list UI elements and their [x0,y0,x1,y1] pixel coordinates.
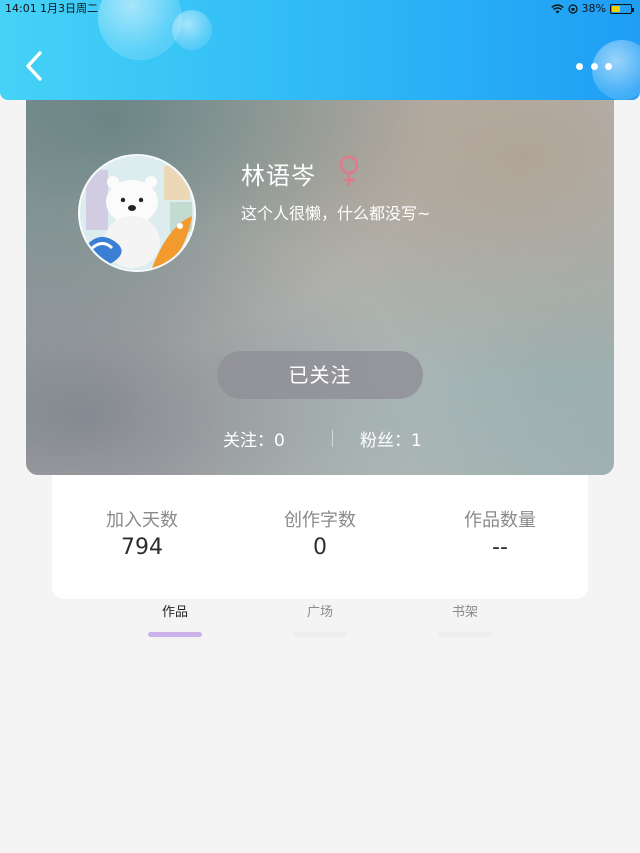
word-count-label: 创作字数 [284,510,356,531]
status-time: 14:01 [5,2,37,15]
content-tabs: 作品 广场 书架 [0,600,640,640]
tab-bookshelf-label: 书架 [451,605,478,620]
tab-square-indicator [293,632,347,637]
word-count-value: 0 [313,535,327,560]
works-count-label: 作品数量 [464,510,536,531]
battery-percent: 38% [581,2,606,15]
works-count-stat: 作品数量 -- [410,509,590,563]
follow-stats: 关注：0 粉丝：1 [26,426,614,451]
info-card: 加入天数 794 创作字数 0 作品数量 -- [52,475,588,599]
profile-page: 14:01 1月3日周二 38% 林语岑 这个人很懒，什么都没写~ 已关注 关注… [0,0,640,853]
works-count-value: -- [492,535,508,560]
tab-bookshelf-indicator [438,632,492,637]
top-header: 14:01 1月3日周二 38% [0,0,640,100]
more-dot-icon [576,62,583,70]
battery-icon [610,4,634,14]
more-dot-icon [590,62,598,70]
username: 林语岑 [241,162,316,190]
word-count-stat: 创作字数 0 [230,509,410,563]
stats-divider [332,430,333,447]
tab-bookshelf[interactable]: 书架 [425,604,505,637]
join-days-value: 794 [121,535,163,560]
status-date: 1月3日周二 [40,2,98,15]
female-symbol-icon [339,155,359,186]
user-bio: 这个人很懒，什么都没写~ [241,204,431,223]
back-button[interactable] [22,48,50,84]
profile-card: 林语岑 这个人很懒，什么都没写~ 已关注 关注：0 粉丝：1 [26,80,614,475]
join-days-label: 加入天数 [106,510,178,531]
avatar[interactable] [78,154,196,272]
tab-square-label: 广场 [306,605,333,620]
battery-level [612,6,620,12]
more-options-button[interactable] [576,58,612,74]
tab-works-label: 作品 [161,605,188,620]
tab-works[interactable]: 作品 [135,604,215,637]
status-indicators: 38% [550,0,634,18]
tab-square[interactable]: 广场 [280,604,360,637]
join-days-stat: 加入天数 794 [52,509,232,563]
fans-count[interactable]: 粉丝：1 [360,426,422,451]
orientation-lock-icon [567,4,578,14]
more-dot-icon [605,62,612,70]
chevron-left-icon [26,51,42,81]
wifi-icon [550,4,564,14]
followed-button[interactable]: 已关注 [217,351,423,399]
following-count[interactable]: 关注：0 [223,426,285,451]
status-bar: 14:01 1月3日周二 38% [0,0,640,18]
bear-avatar-illustration [80,156,194,270]
tab-works-indicator [148,632,202,637]
